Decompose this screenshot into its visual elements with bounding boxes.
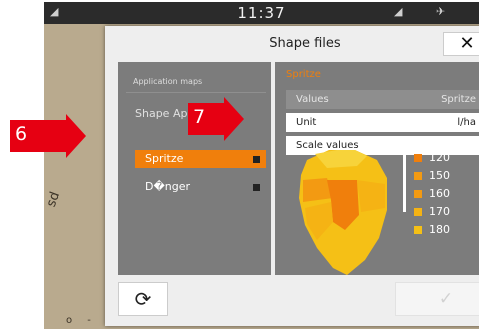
legend-swatch [414, 172, 422, 180]
map-title: Spritze [286, 69, 321, 80]
background-text: sd [44, 189, 64, 210]
tree-item-label: Spritze [145, 152, 184, 165]
tree-item-duenger[interactable]: D�nger [135, 178, 266, 196]
signal-icon: ◢ [394, 5, 403, 18]
field-map-preview [299, 150, 387, 275]
close-button[interactable]: ✕ [443, 32, 479, 56]
legend-swatch [414, 226, 422, 234]
terminal-screen: ◢ 11:37 ◢ ✈ sd o - u r o ∩ u Shape files… [44, 2, 479, 329]
tree-item-label: D�nger [145, 180, 190, 193]
unit-value: l/ha [457, 117, 476, 128]
legend-swatch [414, 208, 422, 216]
values-header-row: Values Spritze [286, 90, 479, 109]
checkmark-icon: ✓ [438, 289, 454, 309]
clock: 11:37 [237, 4, 286, 22]
callout-arrow-7: 7 [188, 97, 244, 141]
legend-swatch [414, 190, 422, 198]
callout-number: 6 [15, 123, 28, 145]
divider [126, 92, 266, 93]
application-maps-panel: Application maps Shape Applika... Spritz… [118, 62, 271, 275]
refresh-button[interactable]: ⟳ [118, 282, 168, 316]
map-details-panel: Spritze Values Spritze Unit l/ha Scale v… [275, 62, 479, 275]
values-label: Values [296, 94, 329, 105]
satellite-icon: ✈ [436, 5, 446, 18]
callout-number: 7 [193, 106, 206, 128]
map-color-square-icon [253, 184, 260, 191]
legend-swatch [414, 154, 422, 162]
status-bar: ◢ 11:37 ◢ ✈ [44, 2, 479, 24]
unit-row[interactable]: Unit l/ha [286, 113, 479, 132]
map-color-square-icon [253, 156, 260, 163]
confirm-button[interactable]: ✓ [395, 282, 479, 316]
shape-files-dialog: Shape files ✕ Application maps Shape App… [105, 26, 479, 326]
tree-item-spritze[interactable]: Spritze [135, 150, 266, 168]
panel-header: Application maps [133, 77, 203, 86]
callout-arrow-6: 6 [10, 114, 86, 158]
dialog-title: Shape files [269, 36, 341, 51]
close-icon: ✕ [459, 33, 475, 54]
legend-scrollbar[interactable] [403, 152, 406, 212]
unit-label: Unit [296, 117, 317, 128]
column-name: Spritze [441, 94, 476, 105]
refresh-icon: ⟳ [134, 287, 152, 311]
